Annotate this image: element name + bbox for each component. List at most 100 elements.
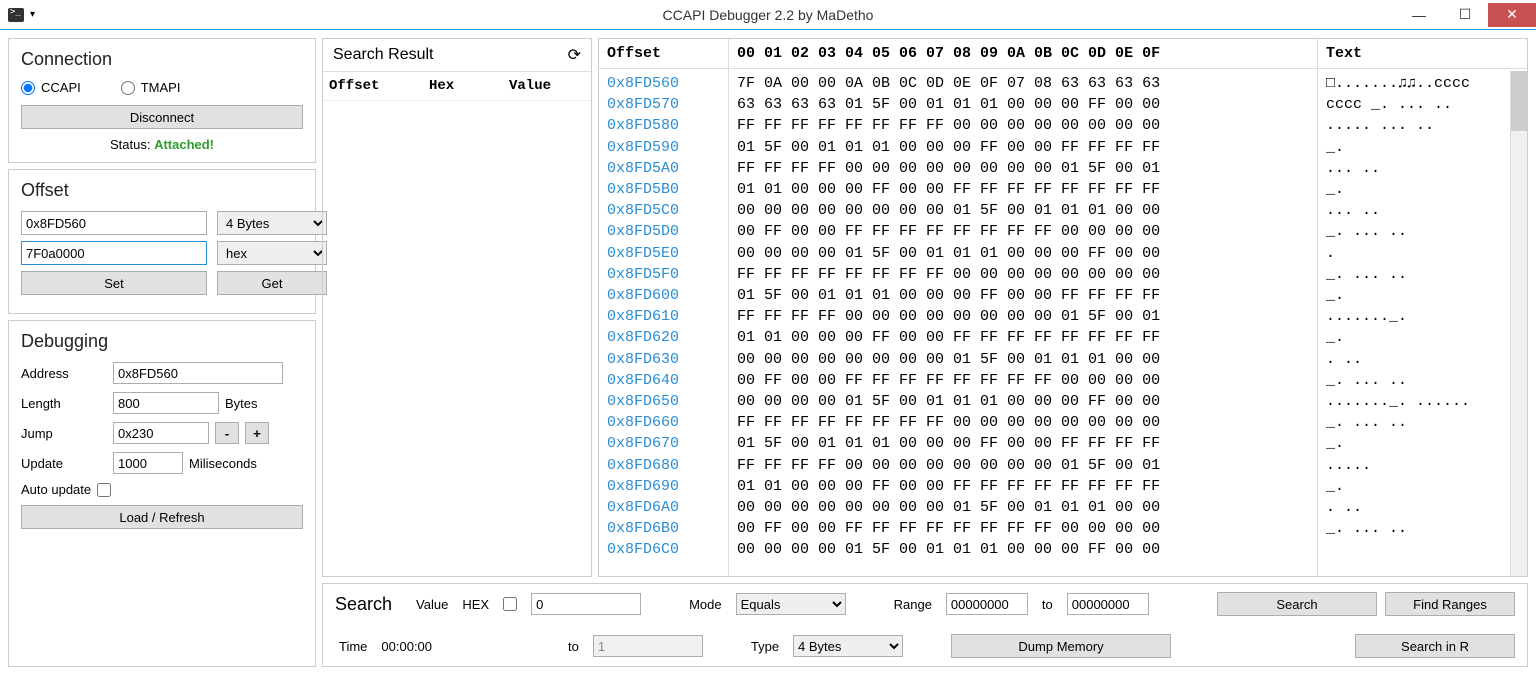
debugging-panel: Debugging Address Length Bytes Jump - + … [8, 320, 316, 667]
jump-plus-button[interactable]: + [245, 422, 269, 444]
hex-text-row: ..... ... .. [1326, 115, 1519, 136]
hex-offset-cell[interactable]: 0x8FD6A0 [607, 497, 720, 518]
hex-bytes-row[interactable]: 01 01 00 00 00 FF 00 00 FF FF FF FF FF F… [737, 327, 1309, 348]
search-range-from-input[interactable] [946, 593, 1028, 615]
hex-offset-cell[interactable]: 0x8FD580 [607, 115, 720, 136]
hex-offset-cell[interactable]: 0x8FD660 [607, 412, 720, 433]
hex-offset-cell[interactable]: 0x8FD630 [607, 349, 720, 370]
hex-bytes-row[interactable]: 01 5F 00 01 01 01 00 00 00 FF 00 00 FF F… [737, 433, 1309, 454]
search-range-to-input[interactable] [1067, 593, 1149, 615]
offset-address-input[interactable] [21, 211, 207, 235]
hex-offset-cell[interactable]: 0x8FD690 [607, 476, 720, 497]
hex-bytes-row[interactable]: FF FF FF FF FF FF FF FF 00 00 00 00 00 0… [737, 412, 1309, 433]
hex-offset-cell[interactable]: 0x8FD590 [607, 137, 720, 158]
debug-jump-input[interactable] [113, 422, 209, 444]
debug-update-input[interactable] [113, 452, 183, 474]
search-result-header: Offset Hex Value [323, 72, 591, 101]
hex-bytes-row[interactable]: 00 FF 00 00 FF FF FF FF FF FF FF FF 00 0… [737, 370, 1309, 391]
hex-bytes-row[interactable]: 00 00 00 00 01 5F 00 01 01 01 00 00 00 F… [737, 391, 1309, 412]
hex-text-row: ..... [1326, 455, 1519, 476]
offset-format-select[interactable]: hex [217, 241, 327, 265]
hex-offset-cell[interactable]: 0x8FD6C0 [607, 539, 720, 560]
hex-scrollbar[interactable] [1510, 71, 1527, 576]
get-button[interactable]: Get [217, 271, 327, 295]
offset-size-select[interactable]: 4 Bytes [217, 211, 327, 235]
hex-bytes-row[interactable]: 01 5F 00 01 01 01 00 00 00 FF 00 00 FF F… [737, 285, 1309, 306]
search-title: Search [335, 594, 392, 615]
hex-offset-cell[interactable]: 0x8FD5E0 [607, 243, 720, 264]
autoupdate-checkbox[interactable] [97, 483, 111, 497]
hex-bytes-row[interactable]: 00 00 00 00 00 00 00 00 01 5F 00 01 01 0… [737, 497, 1309, 518]
hex-offset-cell[interactable]: 0x8FD650 [607, 391, 720, 412]
hex-offset-cell[interactable]: 0x8FD6B0 [607, 518, 720, 539]
hex-text-row: _. [1326, 179, 1519, 200]
hex-text-row: _. [1326, 285, 1519, 306]
menu-chevron-icon[interactable]: ▾ [30, 9, 35, 20]
hex-text-header: Text [1318, 39, 1527, 69]
hex-offset-cell[interactable]: 0x8FD560 [607, 73, 720, 94]
offset-title: Offset [21, 180, 303, 201]
close-button[interactable]: ✕ [1488, 3, 1536, 27]
hex-bytes-row[interactable]: 00 00 00 00 00 00 00 00 01 5F 00 01 01 0… [737, 200, 1309, 221]
minimize-button[interactable]: — [1396, 3, 1442, 27]
hex-offset-cell[interactable]: 0x8FD5C0 [607, 200, 720, 221]
offset-panel: Offset 4 Bytes hex Set Get [8, 169, 316, 314]
search-hex-checkbox[interactable] [503, 597, 517, 611]
hex-offset-cell[interactable]: 0x8FD680 [607, 455, 720, 476]
hex-offset-cell[interactable]: 0x8FD670 [607, 433, 720, 454]
debug-address-input[interactable] [113, 362, 283, 384]
refresh-icon[interactable]: ⟳ [568, 45, 581, 65]
search-mode-select[interactable]: Equals [736, 593, 846, 615]
hex-bytes-row[interactable]: 01 01 00 00 00 FF 00 00 FF FF FF FF FF F… [737, 179, 1309, 200]
hex-text-row: □.......♫♫..cccc [1326, 73, 1519, 94]
hex-bytes-row[interactable]: 00 FF 00 00 FF FF FF FF FF FF FF FF 00 0… [737, 518, 1309, 539]
hex-offset-cell[interactable]: 0x8FD5F0 [607, 264, 720, 285]
hex-bytes-row[interactable]: FF FF FF FF 00 00 00 00 00 00 00 00 01 5… [737, 455, 1309, 476]
search-type-select[interactable]: 4 Bytes [793, 635, 903, 657]
debug-length-input[interactable] [113, 392, 219, 414]
hex-offset-cell[interactable]: 0x8FD610 [607, 306, 720, 327]
offset-value-input[interactable] [21, 241, 207, 265]
search-button[interactable]: Search [1217, 592, 1377, 616]
hex-text-row: _. [1326, 137, 1519, 158]
hex-text-row: _. ... .. [1326, 221, 1519, 242]
hex-offset-cell[interactable]: 0x8FD600 [607, 285, 720, 306]
maximize-button[interactable]: ☐ [1442, 3, 1488, 27]
hex-text-row: _. [1326, 476, 1519, 497]
hex-offset-cell[interactable]: 0x8FD570 [607, 94, 720, 115]
hex-bytes-row[interactable]: 00 00 00 00 00 00 00 00 01 5F 00 01 01 0… [737, 349, 1309, 370]
hex-offset-cell[interactable]: 0x8FD5D0 [607, 221, 720, 242]
hex-text-row: _. ... .. [1326, 264, 1519, 285]
hex-offset-cell[interactable]: 0x8FD640 [607, 370, 720, 391]
hex-bytes-row[interactable]: FF FF FF FF 00 00 00 00 00 00 00 00 01 5… [737, 306, 1309, 327]
hex-bytes-row[interactable]: 00 00 00 00 01 5F 00 01 01 01 00 00 00 F… [737, 539, 1309, 560]
hex-bytes-row[interactable]: 01 5F 00 01 01 01 00 00 00 FF 00 00 FF F… [737, 137, 1309, 158]
set-button[interactable]: Set [21, 271, 207, 295]
jump-minus-button[interactable]: - [215, 422, 239, 444]
hex-bytes-row[interactable]: 00 00 00 00 01 5F 00 01 01 01 00 00 00 F… [737, 243, 1309, 264]
hex-bytes-row[interactable]: 7F 0A 00 00 0A 0B 0C 0D 0E 0F 07 08 63 6… [737, 73, 1309, 94]
hex-bytes-row[interactable]: 00 FF 00 00 FF FF FF FF FF FF FF FF 00 0… [737, 221, 1309, 242]
hex-offset-cell[interactable]: 0x8FD5A0 [607, 158, 720, 179]
hex-offset-cell[interactable]: 0x8FD5B0 [607, 179, 720, 200]
hex-text-row: ... .. [1326, 200, 1519, 221]
hex-bytes-row[interactable]: 63 63 63 63 01 5F 00 01 01 01 00 00 00 F… [737, 94, 1309, 115]
hex-bytes-row[interactable]: 01 01 00 00 00 FF 00 00 FF FF FF FF FF F… [737, 476, 1309, 497]
disconnect-button[interactable]: Disconnect [21, 105, 303, 129]
load-refresh-button[interactable]: Load / Refresh [21, 505, 303, 529]
search-value-input[interactable] [531, 593, 641, 615]
search-result-title: Search Result [333, 46, 434, 64]
hex-bytes-row[interactable]: FF FF FF FF 00 00 00 00 00 00 00 00 01 5… [737, 158, 1309, 179]
hex-bytes-row[interactable]: FF FF FF FF FF FF FF FF 00 00 00 00 00 0… [737, 115, 1309, 136]
hex-bytes-header: 00 01 02 03 04 05 06 07 08 09 0A 0B 0C 0… [729, 39, 1317, 69]
titlebar: ▾ CCAPI Debugger 2.2 by MaDetho — ☐ ✕ [0, 0, 1536, 30]
hex-bytes-row[interactable]: FF FF FF FF FF FF FF FF 00 00 00 00 00 0… [737, 264, 1309, 285]
radio-ccapi[interactable]: CCAPI [21, 80, 81, 95]
radio-tmapi[interactable]: TMAPI [121, 80, 181, 95]
dump-memory-button[interactable]: Dump Memory [951, 634, 1171, 658]
hex-text-row: ... .. [1326, 158, 1519, 179]
hex-offset-cell[interactable]: 0x8FD620 [607, 327, 720, 348]
find-ranges-button[interactable]: Find Ranges [1385, 592, 1515, 616]
search-panel: Search Value HEX Mode Equals Range to Se… [322, 583, 1528, 667]
search-in-ranges-button[interactable]: Search in R [1355, 634, 1515, 658]
